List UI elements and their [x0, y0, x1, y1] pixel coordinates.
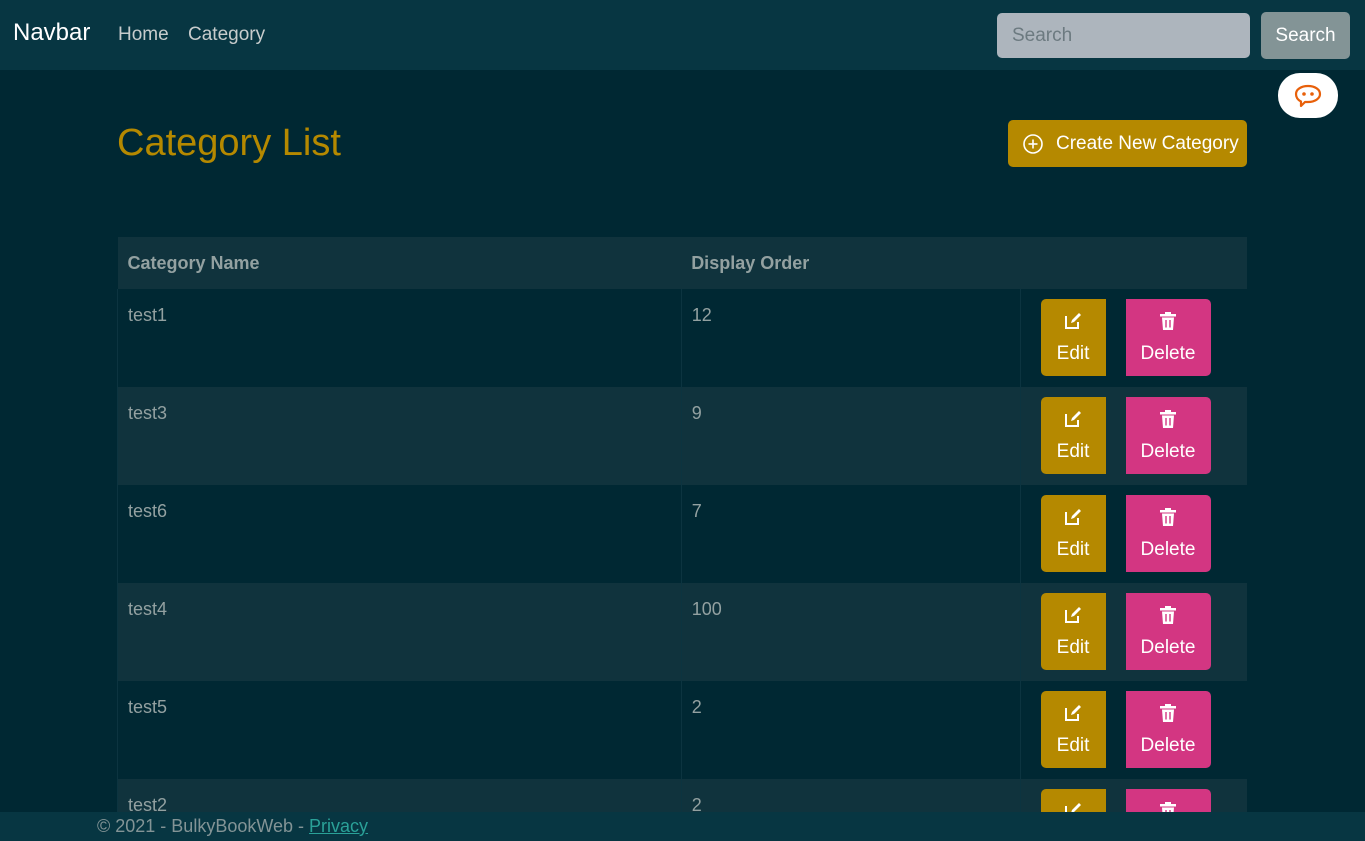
category-table-container: Category Name Display Order test1 12 Edit D…: [117, 237, 1247, 812]
actions-cell: Edit Delete: [1019, 681, 1247, 779]
actions-cell: Edit Delete: [1019, 779, 1247, 812]
delete-button[interactable]: Delete: [1125, 397, 1211, 474]
display-order-cell: 100: [680, 583, 1021, 681]
category-name-cell: test1: [117, 289, 682, 387]
delete-button[interactable]: Delete: [1125, 691, 1211, 768]
table-row: test5 2 Edit Delete: [117, 681, 1247, 779]
delete-button[interactable]: Delete: [1125, 299, 1211, 376]
edit-icon: [1063, 703, 1083, 729]
category-name-cell: test5: [117, 681, 682, 779]
edit-icon: [1063, 801, 1083, 812]
header-display-order: Display Order: [691, 252, 810, 273]
table-row: test4 100 Edit Delete: [117, 583, 1247, 681]
search-button[interactable]: Search: [1261, 12, 1350, 59]
edit-button-label: Edit: [1056, 636, 1090, 658]
display-order-cell: 12: [680, 289, 1021, 387]
trash-icon: [1159, 605, 1177, 631]
navbar-brand[interactable]: Navbar: [13, 19, 90, 47]
trash-icon: [1159, 801, 1177, 812]
delete-button-label: Delete: [1140, 538, 1196, 560]
delete-button-label: Delete: [1140, 636, 1196, 658]
edit-icon: [1063, 409, 1083, 435]
delete-button[interactable]: Delete: [1125, 593, 1211, 670]
edit-button[interactable]: Edit: [1040, 299, 1106, 376]
edit-icon: [1063, 311, 1083, 337]
action-button-group: Edit Delete: [1040, 299, 1247, 376]
table-row: test3 9 Edit Delete: [117, 387, 1247, 485]
privacy-link[interactable]: Privacy: [309, 816, 368, 836]
page-title: Category List: [117, 122, 341, 164]
delete-button[interactable]: Delete: [1125, 789, 1211, 812]
action-button-group: Edit Delete: [1040, 495, 1247, 572]
display-order-cell: 2: [680, 779, 1021, 812]
table-row: test1 12 Edit Delete: [117, 289, 1247, 387]
edit-button[interactable]: Edit: [1040, 691, 1106, 768]
actions-cell: Edit Delete: [1019, 387, 1247, 485]
header-category-name: Category Name: [127, 252, 260, 273]
footer: © 2021 - BulkyBookWeb - Privacy: [0, 812, 1365, 841]
nav-link-home[interactable]: Home: [118, 24, 169, 46]
delete-button-label: Delete: [1140, 342, 1196, 364]
edit-icon: [1063, 605, 1083, 631]
nav-link-category[interactable]: Category: [188, 24, 265, 46]
action-button-group: Edit Delete: [1040, 691, 1247, 768]
trash-icon: [1159, 703, 1177, 729]
edit-button[interactable]: Edit: [1040, 397, 1106, 474]
category-name-cell: test3: [117, 387, 682, 485]
actions-cell: Edit Delete: [1019, 289, 1247, 387]
plus-circle-icon: [1023, 133, 1043, 154]
create-new-category-button[interactable]: Create New Category: [1008, 120, 1247, 167]
edit-button-label: Edit: [1056, 538, 1090, 560]
category-name-cell: test4: [117, 583, 682, 681]
action-button-group: Edit Delete: [1040, 789, 1247, 812]
search-input[interactable]: [997, 13, 1250, 58]
chat-icon: [1294, 84, 1322, 107]
trash-icon: [1159, 311, 1177, 337]
footer-copyright: © 2021 - BulkyBookWeb -: [97, 816, 310, 836]
trash-icon: [1159, 409, 1177, 435]
category-name-cell: test6: [117, 485, 682, 583]
header-actions: [1020, 237, 1247, 289]
create-button-label: Create New Category: [1056, 132, 1239, 154]
navbar: Navbar Home Category Search: [0, 0, 1365, 70]
table-row: test6 7 Edit Delete: [117, 485, 1247, 583]
actions-cell: Edit Delete: [1019, 583, 1247, 681]
display-order-cell: 9: [680, 387, 1021, 485]
edit-button[interactable]: Edit: [1040, 495, 1106, 572]
edit-button-label: Edit: [1056, 342, 1090, 364]
actions-cell: Edit Delete: [1019, 485, 1247, 583]
display-order-cell: 2: [680, 681, 1021, 779]
table-header-row: Category Name Display Order: [117, 237, 1247, 289]
action-button-group: Edit Delete: [1040, 593, 1247, 670]
delete-button-label: Delete: [1140, 440, 1196, 462]
category-name-cell: test2: [117, 779, 682, 812]
edit-button[interactable]: Edit: [1040, 789, 1106, 812]
display-order-cell: 7: [680, 485, 1021, 583]
delete-button[interactable]: Delete: [1125, 495, 1211, 572]
edit-button-label: Edit: [1056, 734, 1090, 756]
action-button-group: Edit Delete: [1040, 397, 1247, 474]
table-row: test22 Edit Delete: [117, 779, 1247, 812]
edit-icon: [1063, 507, 1083, 533]
edit-button-label: Edit: [1056, 440, 1090, 462]
delete-button-label: Delete: [1140, 734, 1196, 756]
category-table: Category Name Display Order test1 12 Edit D…: [117, 237, 1247, 812]
chat-widget-button[interactable]: [1278, 73, 1338, 118]
trash-icon: [1159, 507, 1177, 533]
edit-button[interactable]: Edit: [1040, 593, 1106, 670]
